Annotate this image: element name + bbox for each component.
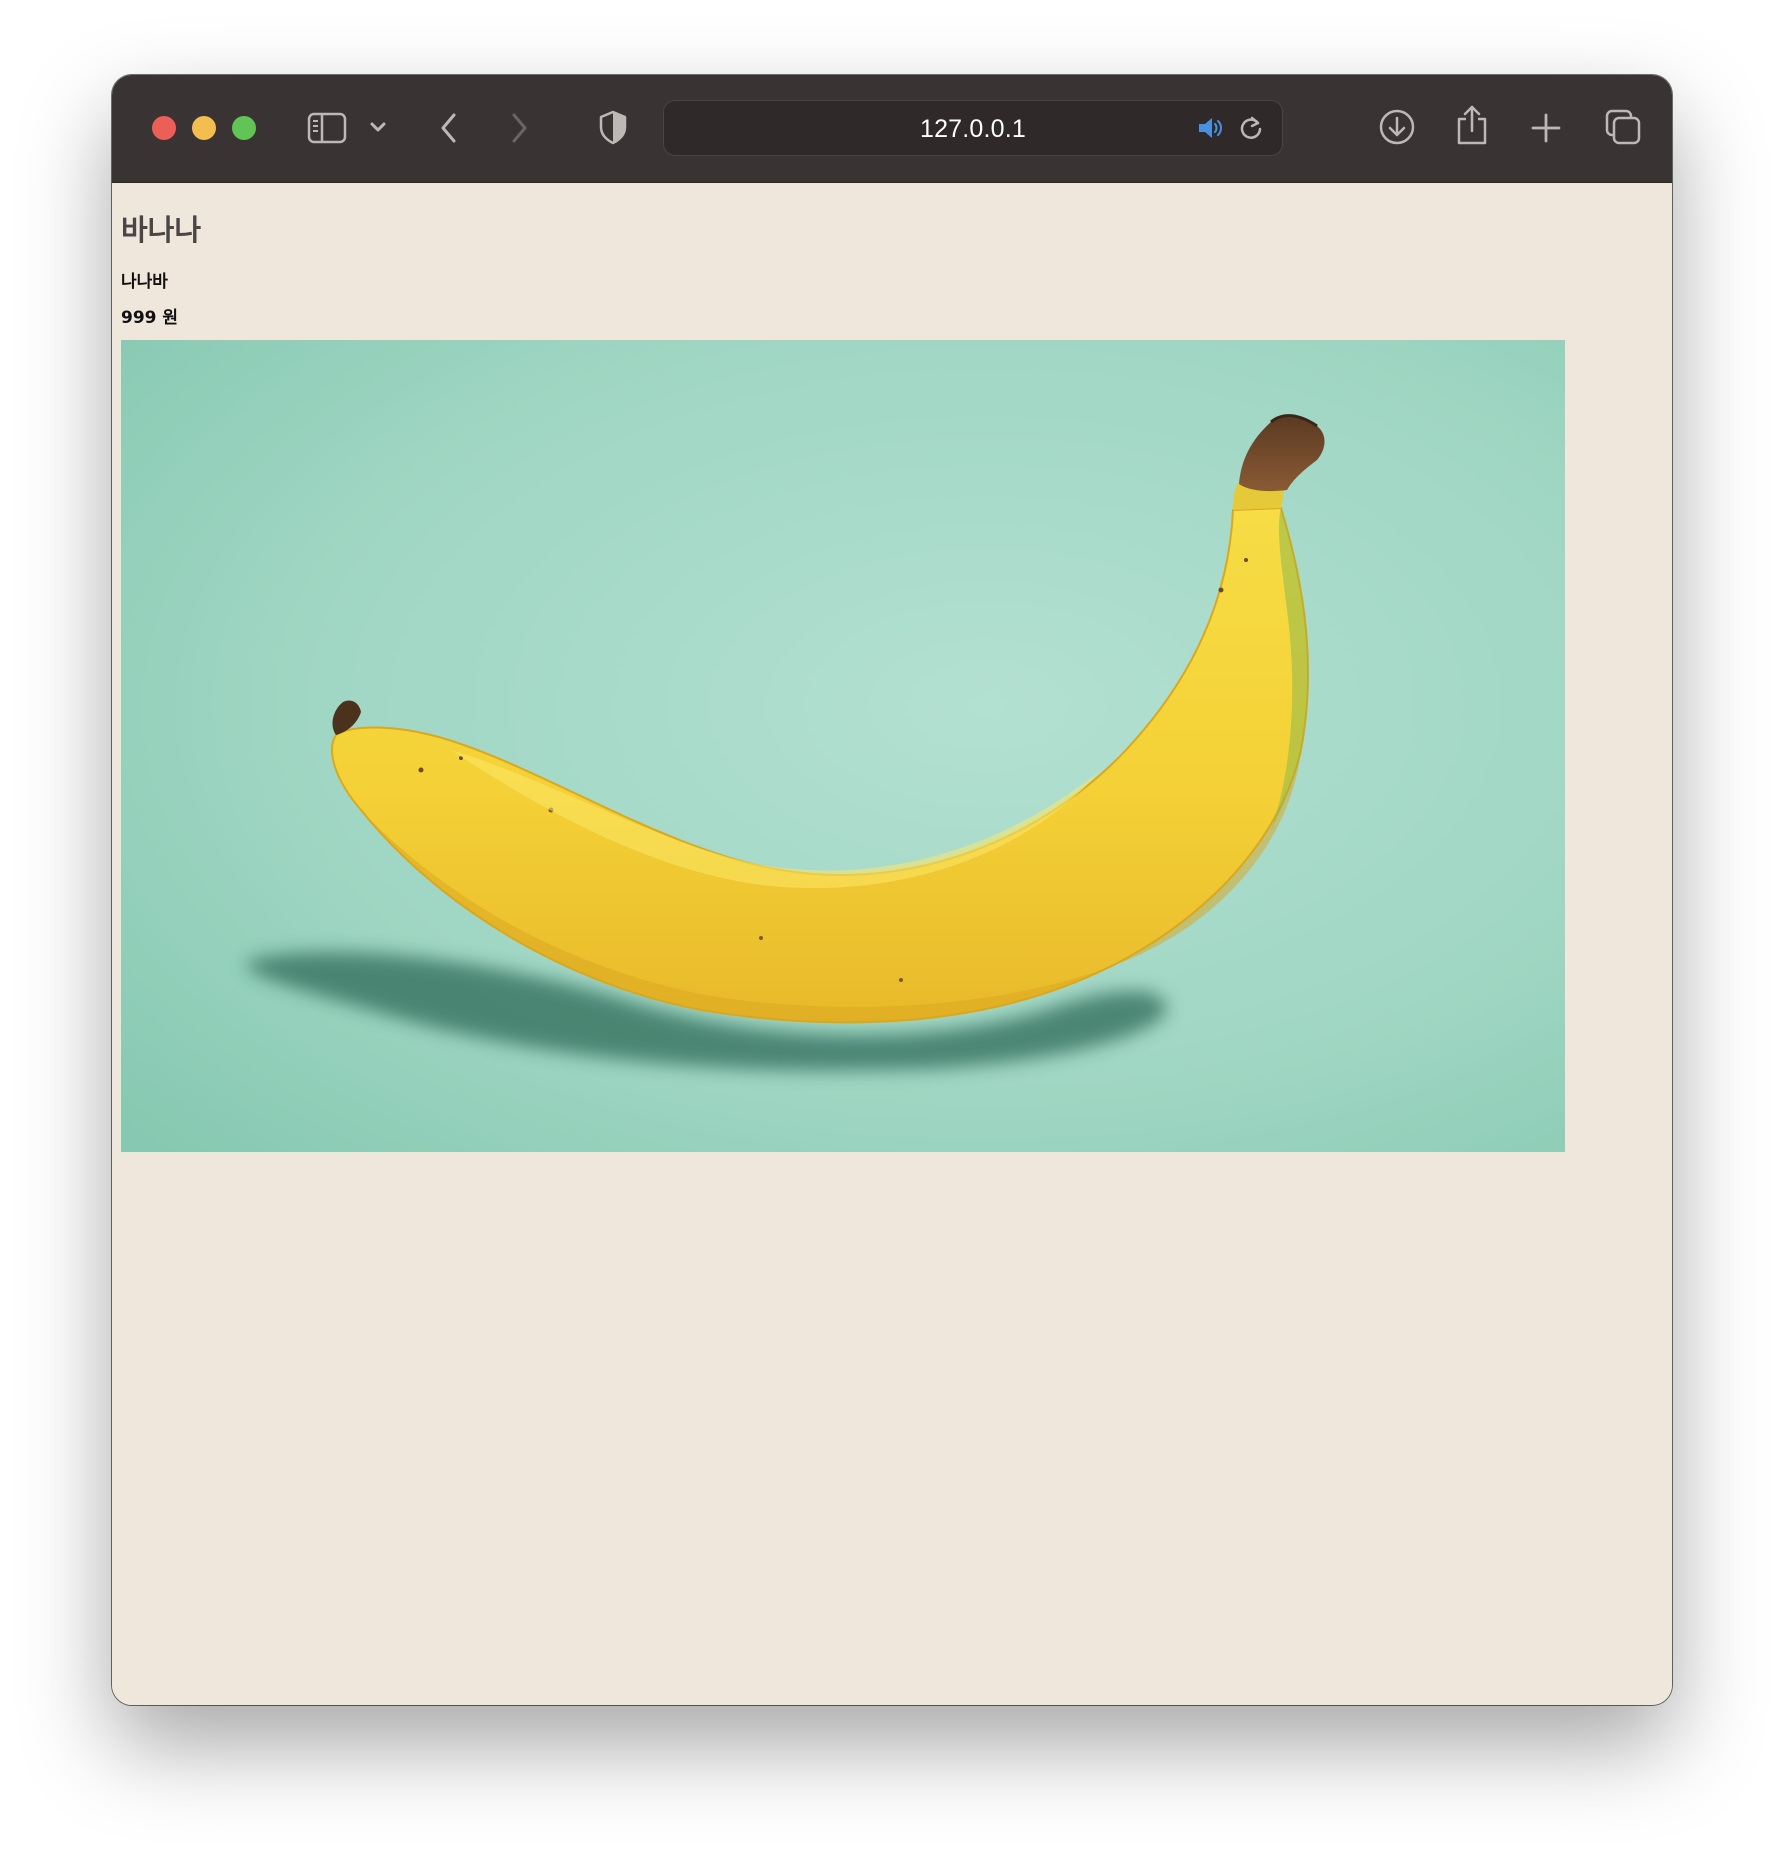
product-price: 999 원 — [121, 308, 179, 328]
reload-icon[interactable] — [1235, 112, 1267, 144]
download-icon[interactable] — [1376, 106, 1418, 148]
browser-window: 127.0.0.1 바나나 나나바 999 원 — [112, 75, 1672, 1705]
url-text[interactable]: 127.0.0.1 — [664, 115, 1282, 144]
back-icon[interactable] — [434, 108, 464, 148]
share-icon[interactable] — [1452, 101, 1492, 149]
new-tab-icon[interactable] — [1526, 108, 1566, 148]
tab-overview-icon[interactable] — [1602, 106, 1644, 148]
minimize-window-button[interactable] — [192, 116, 216, 140]
banana-image — [121, 340, 1565, 1152]
address-bar[interactable]: 127.0.0.1 — [663, 100, 1283, 156]
zoom-window-button[interactable] — [232, 116, 256, 140]
close-window-button[interactable] — [152, 116, 176, 140]
speaker-icon[interactable] — [1195, 113, 1227, 143]
sidebar-icon[interactable] — [306, 108, 348, 148]
page-content: 바나나 나나바 999 원 — [112, 183, 1672, 1705]
browser-toolbar: 127.0.0.1 — [112, 75, 1672, 183]
shield-icon[interactable] — [596, 105, 630, 149]
product-subtitle: 나나바 — [121, 272, 168, 292]
forward-icon[interactable] — [504, 108, 534, 148]
chevron-down-icon[interactable] — [366, 115, 390, 139]
page-title: 바나나 — [121, 213, 202, 247]
